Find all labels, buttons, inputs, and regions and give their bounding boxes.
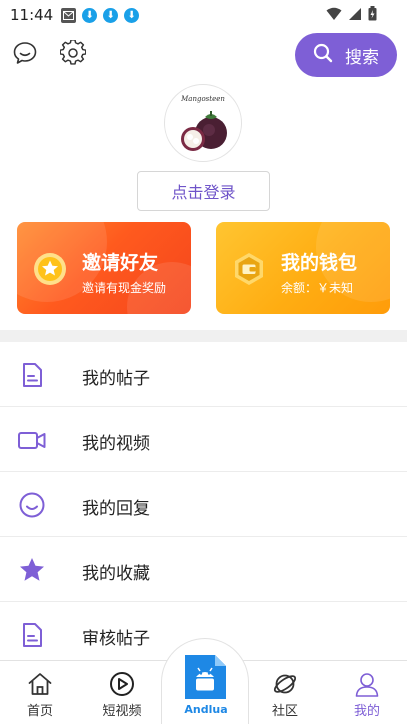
battery-icon — [368, 6, 377, 25]
header: 搜索 — [0, 30, 407, 80]
chat-bubble-icon[interactable] — [12, 40, 38, 66]
avatar[interactable]: Mangosteen — [164, 84, 242, 162]
download-notification-icon: ⬇ — [103, 7, 119, 23]
center-app-button[interactable]: Andlua — [161, 638, 249, 724]
menu-item-my-videos[interactable]: 我的视频 — [0, 407, 407, 472]
search-icon — [313, 43, 333, 67]
star-icon — [18, 556, 46, 584]
smiley-icon — [18, 491, 46, 519]
nav-tab-home[interactable]: 首页 — [5, 661, 75, 724]
planet-icon — [272, 671, 298, 697]
signal-icon — [348, 6, 362, 25]
gear-icon[interactable] — [59, 39, 87, 66]
menu-item-label: 我的收藏 — [82, 564, 150, 584]
invite-card-subtitle: 邀请有现金奖励 — [82, 281, 167, 295]
document-icon — [18, 621, 46, 649]
user-icon — [354, 671, 380, 697]
menu-item-my-posts[interactable]: 我的帖子 — [0, 342, 407, 407]
center-app-label: Andlua — [184, 703, 228, 716]
nav-tab-community[interactable]: 社区 — [250, 661, 320, 724]
wallet-icon — [232, 252, 266, 286]
menu-item-my-favorites[interactable]: 我的收藏 — [0, 537, 407, 602]
document-icon — [18, 361, 46, 389]
nav-label: 首页 — [26, 704, 53, 719]
login-label: 点击登录 — [171, 183, 236, 202]
invite-friends-card[interactable]: 邀请好友 邀请有现金奖励 — [17, 222, 191, 314]
invite-card-title: 邀请好友 — [82, 252, 159, 274]
login-button[interactable]: 点击登录 — [137, 171, 270, 211]
star-coin-icon — [33, 252, 67, 286]
search-button[interactable]: 搜索 — [295, 33, 397, 77]
download-notification-icon: ⬇ — [82, 7, 98, 23]
nav-label: 社区 — [271, 704, 298, 719]
nav-label: 短视频 — [102, 704, 142, 719]
avatar-caption: Mangosteen — [181, 95, 225, 103]
nav-label: 我的 — [353, 704, 380, 719]
home-icon — [27, 671, 53, 697]
wifi-icon — [326, 6, 342, 25]
wallet-card-title: 我的钱包 — [281, 252, 358, 274]
menu-item-my-replies[interactable]: 我的回复 — [0, 472, 407, 537]
android-app-icon — [182, 653, 228, 701]
menu-item-label: 我的视频 — [82, 434, 150, 454]
menu-list: 我的帖子 我的视频 我的回复 我的收藏 审核帖子 — [0, 342, 407, 667]
nav-tab-mine[interactable]: 我的 — [332, 661, 402, 724]
nav-tab-short-video[interactable]: 短视频 — [87, 661, 157, 724]
menu-item-label: 我的帖子 — [82, 369, 150, 389]
wallet-card[interactable]: 我的钱包 余额：￥未知 — [216, 222, 390, 314]
status-bar: 11:44 ⬇ ⬇ ⬇ — [0, 0, 407, 30]
play-circle-icon — [109, 671, 135, 697]
wallet-card-balance: 余额：￥未知 — [281, 281, 354, 295]
status-time: 11:44 — [10, 6, 54, 24]
search-label: 搜索 — [345, 47, 379, 68]
menu-item-label: 审核帖子 — [82, 629, 150, 649]
section-divider — [0, 330, 407, 342]
download-notification-icon: ⬇ — [124, 7, 140, 23]
mail-notification-icon — [61, 7, 77, 23]
video-camera-icon — [18, 426, 46, 454]
menu-item-label: 我的回复 — [82, 499, 150, 519]
